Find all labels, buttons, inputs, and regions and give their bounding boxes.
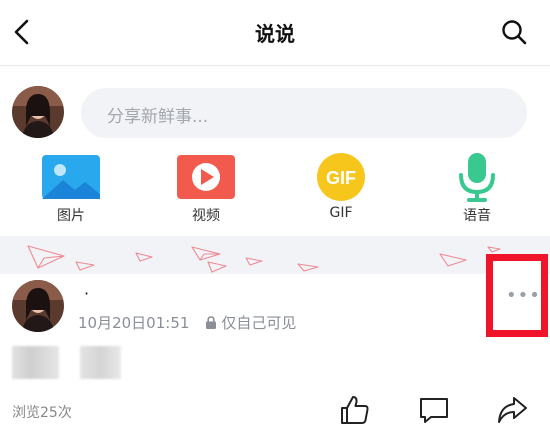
decorative-banner [0, 236, 550, 274]
top-bar: 说说 [0, 0, 550, 66]
more-options-button[interactable]: ••• [486, 254, 548, 337]
comment-button[interactable] [418, 394, 450, 426]
tool-voice-button[interactable]: 语音 [437, 152, 517, 225]
microphone-icon [459, 153, 495, 202]
image-icon [42, 155, 100, 199]
share-button[interactable] [496, 394, 528, 426]
compose-placeholder: 分享新鲜事... [107, 107, 209, 127]
post-author-avatar[interactable] [12, 280, 64, 332]
post-meta: 10月20日01:51 仅自己可见 [78, 312, 296, 333]
tool-label: 语音 [463, 208, 491, 224]
more-dots-icon: ••• [506, 285, 541, 306]
page-title: 说说 [255, 22, 295, 46]
tool-image-button[interactable]: 图片 [31, 152, 111, 225]
search-button[interactable] [500, 18, 528, 46]
lock-icon [206, 316, 217, 329]
video-play-icon [177, 155, 235, 199]
post-privacy: 仅自己可见 [221, 314, 297, 332]
post-author-name[interactable]: · [84, 284, 89, 303]
comment-icon [420, 398, 448, 423]
view-count: 浏览25次 [12, 405, 72, 421]
paper-plane-decoration-icon [27, 245, 501, 273]
thumbs-up-icon [341, 396, 369, 424]
like-button[interactable] [339, 394, 371, 426]
tool-label: GIF [329, 205, 353, 221]
avatar[interactable] [12, 86, 64, 138]
tool-label: 视频 [192, 208, 220, 224]
tool-gif-button[interactable]: GIF GIF [301, 152, 381, 221]
search-icon [502, 20, 527, 45]
tool-video-button[interactable]: 视频 [166, 152, 246, 225]
gif-icon: GIF [317, 153, 365, 201]
share-icon [498, 397, 527, 423]
blurred-content [12, 346, 59, 379]
compose-input[interactable]: 分享新鲜事... [81, 88, 527, 138]
svg-text:GIF: GIF [326, 168, 356, 188]
tool-label: 图片 [57, 208, 85, 224]
blurred-content [80, 346, 121, 379]
post-time: 10月20日01:51 [78, 314, 190, 332]
